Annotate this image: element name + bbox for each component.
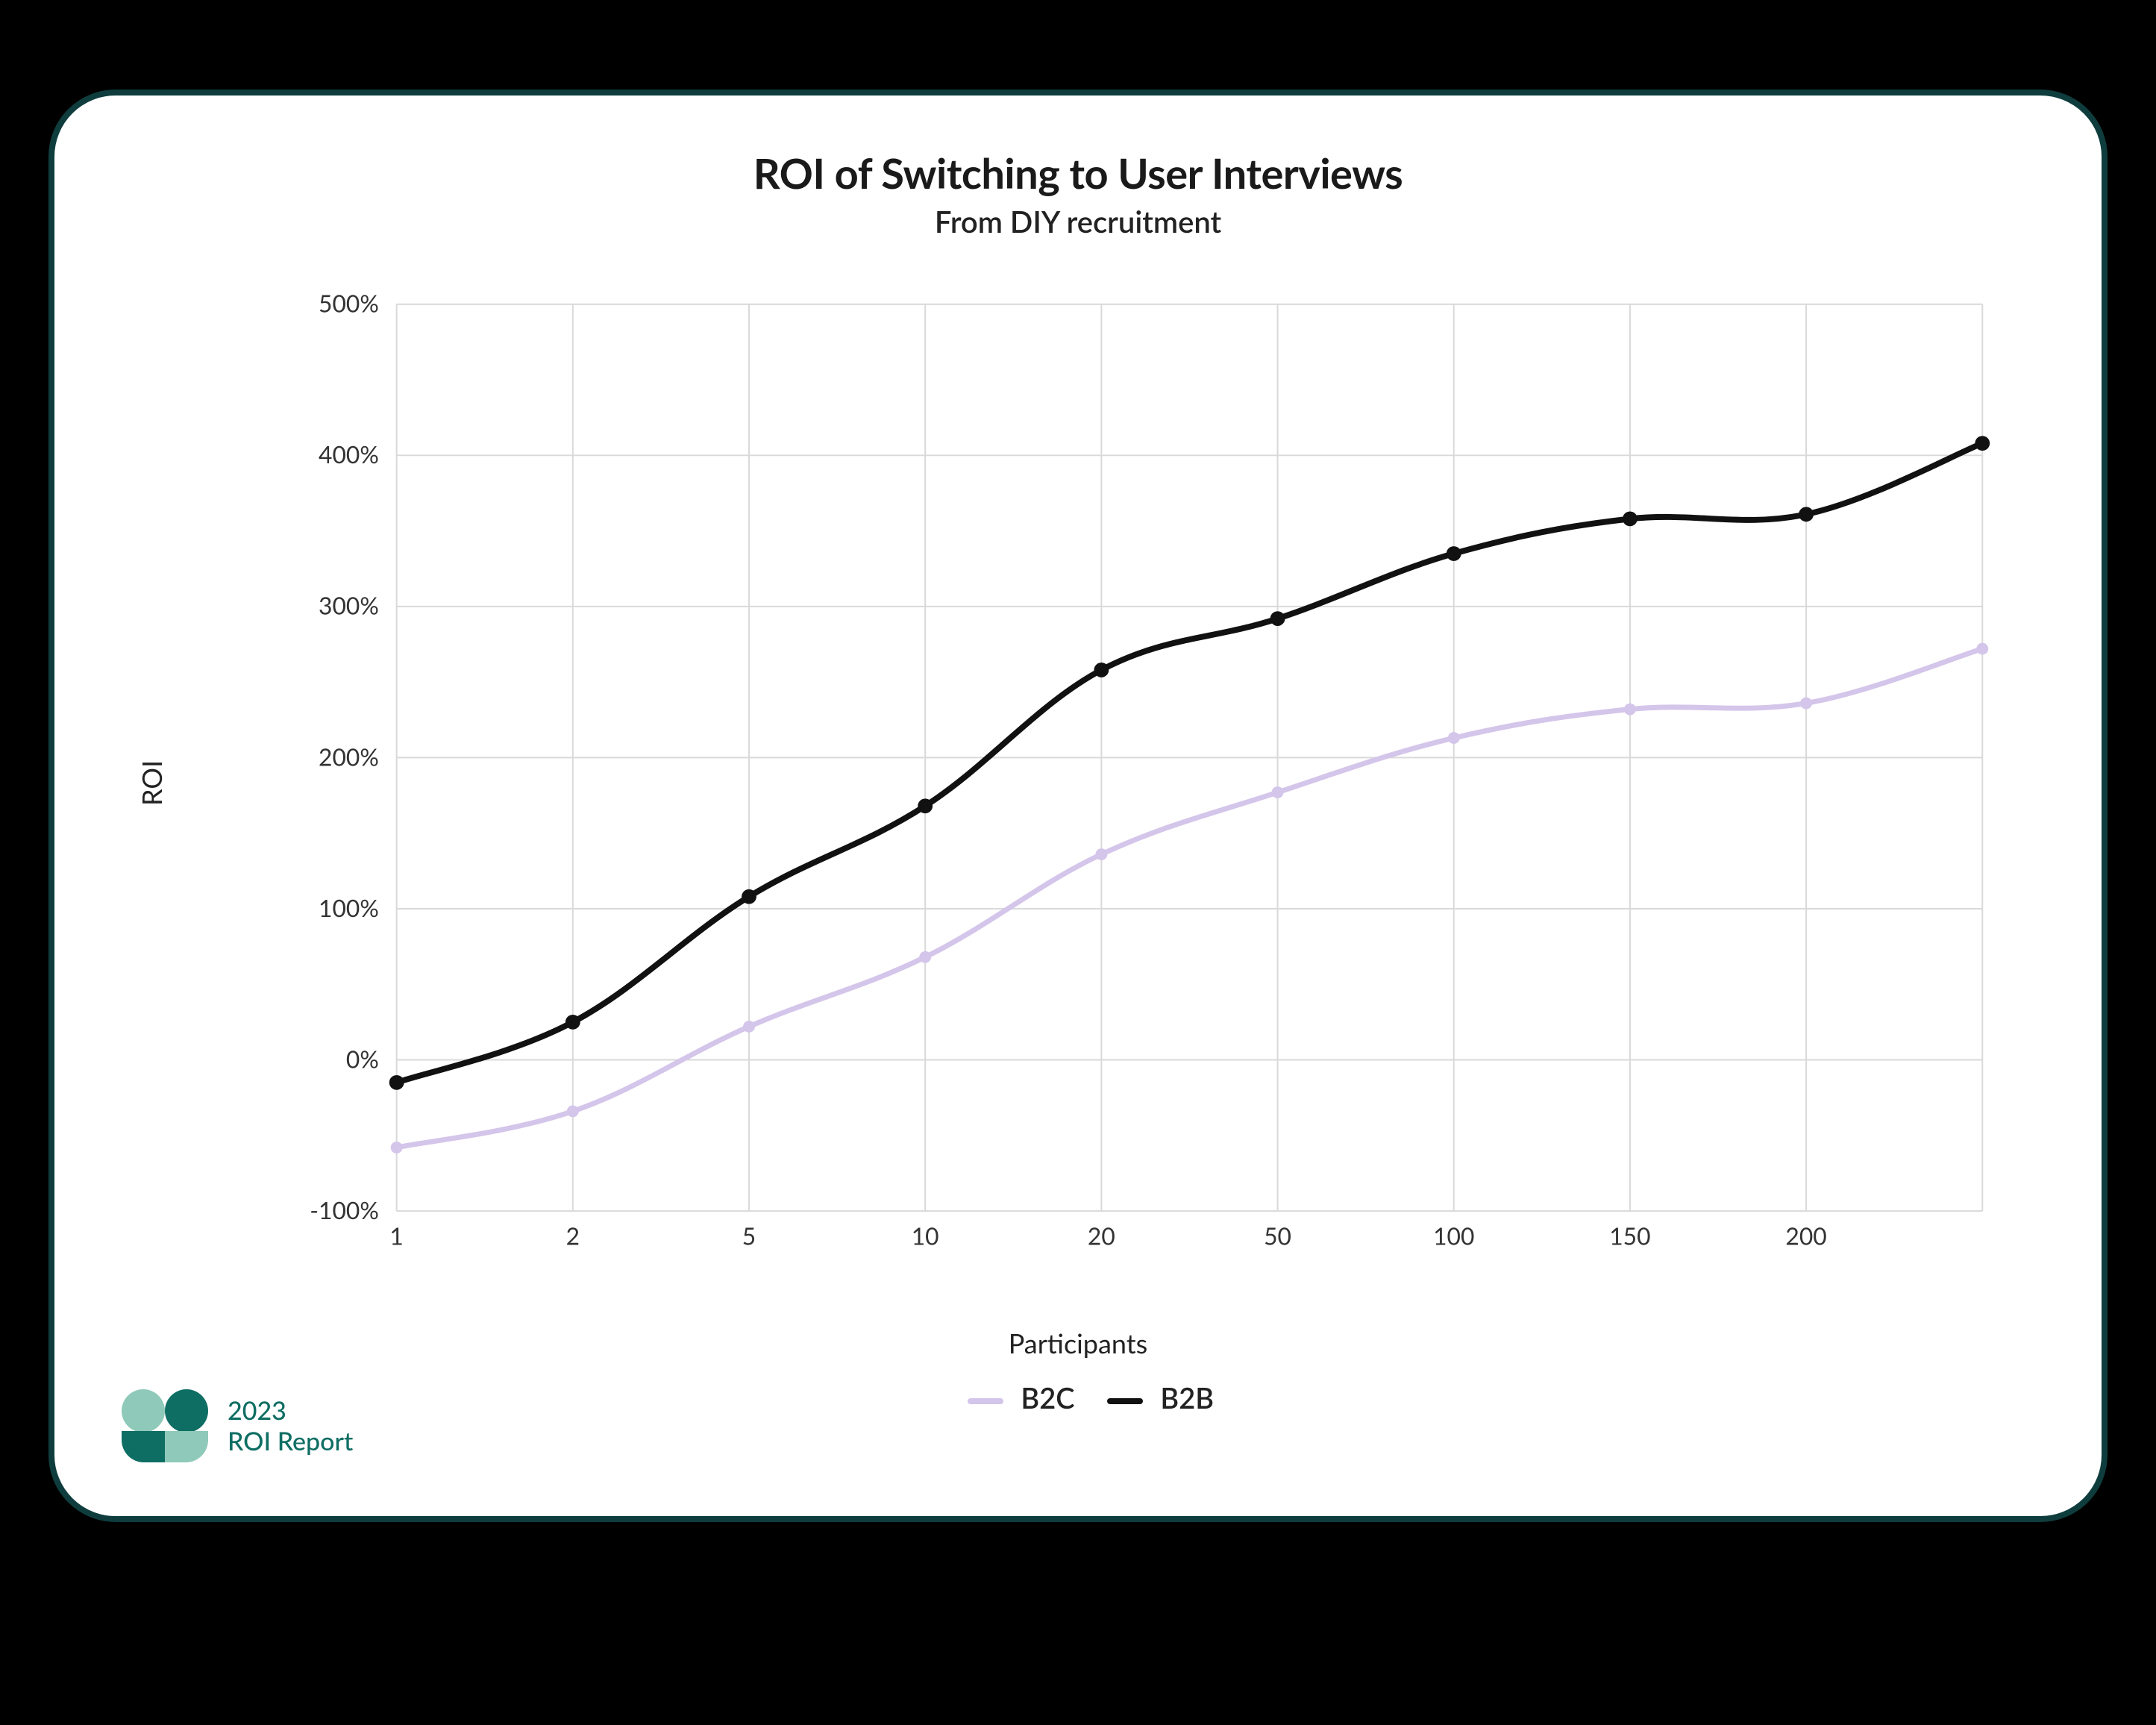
svg-text:20: 20	[1088, 1222, 1115, 1250]
svg-text:150: 150	[1609, 1222, 1650, 1250]
svg-text:500%: 500%	[319, 289, 379, 318]
legend: B2C B2B	[54, 1381, 2102, 1415]
series-line-b2b	[397, 443, 1983, 1083]
series-points-b2c	[391, 643, 1989, 1153]
y-axis: -100% 0% 100% 200% 300% 400% 500%	[310, 289, 379, 1224]
gridlines	[397, 304, 1983, 1211]
svg-text:-100%: -100%	[310, 1196, 379, 1224]
legend-swatch-b2c	[968, 1398, 1003, 1404]
legend-label-b2b: B2B	[1160, 1381, 1214, 1415]
chart-subtitle: From DIY recruitment	[54, 204, 2102, 240]
svg-text:50: 50	[1264, 1222, 1291, 1250]
svg-text:1: 1	[389, 1222, 403, 1250]
legend-label-b2c: B2C	[1021, 1381, 1074, 1415]
x-axis-label: Participants	[54, 1327, 2102, 1359]
chart-title: ROI of Switching to User Interviews	[54, 148, 2102, 198]
series-line-b2c	[397, 649, 1983, 1148]
svg-text:5: 5	[742, 1222, 756, 1250]
brand-logo-icon	[122, 1389, 211, 1464]
brand-report-label: ROI Report	[228, 1427, 353, 1457]
series-points-b2b	[389, 436, 1990, 1090]
svg-text:10: 10	[912, 1222, 939, 1250]
svg-text:100: 100	[1433, 1222, 1474, 1250]
svg-text:300%: 300%	[319, 592, 379, 620]
x-axis: 1 2 5 10 20 50 100 150 200	[389, 1222, 1826, 1250]
svg-text:2: 2	[566, 1222, 580, 1250]
svg-text:100%: 100%	[319, 894, 379, 922]
brand-block: 2023 ROI Report	[122, 1389, 353, 1464]
chart-card: ROI of Switching to User Interviews From…	[48, 90, 2108, 1522]
y-axis-label: ROI	[135, 760, 168, 806]
legend-swatch-b2b	[1107, 1398, 1143, 1404]
svg-text:200%: 200%	[319, 742, 379, 771]
brand-year: 2023	[228, 1396, 353, 1427]
svg-text:0%: 0%	[346, 1045, 379, 1073]
svg-text:400%: 400%	[319, 440, 379, 469]
brand-text: 2023 ROI Report	[228, 1396, 353, 1457]
stage: ROI of Switching to User Interviews From…	[0, 0, 2156, 1725]
chart-svg: -100% 0% 100% 200% 300% 400% 500% 1 2 5 10 20 50 100…	[248, 289, 2012, 1277]
plot-area: -100% 0% 100% 200% 300% 400% 500% 1 2 5 10 20 50 100…	[248, 289, 2012, 1277]
svg-text:200: 200	[1785, 1222, 1826, 1250]
